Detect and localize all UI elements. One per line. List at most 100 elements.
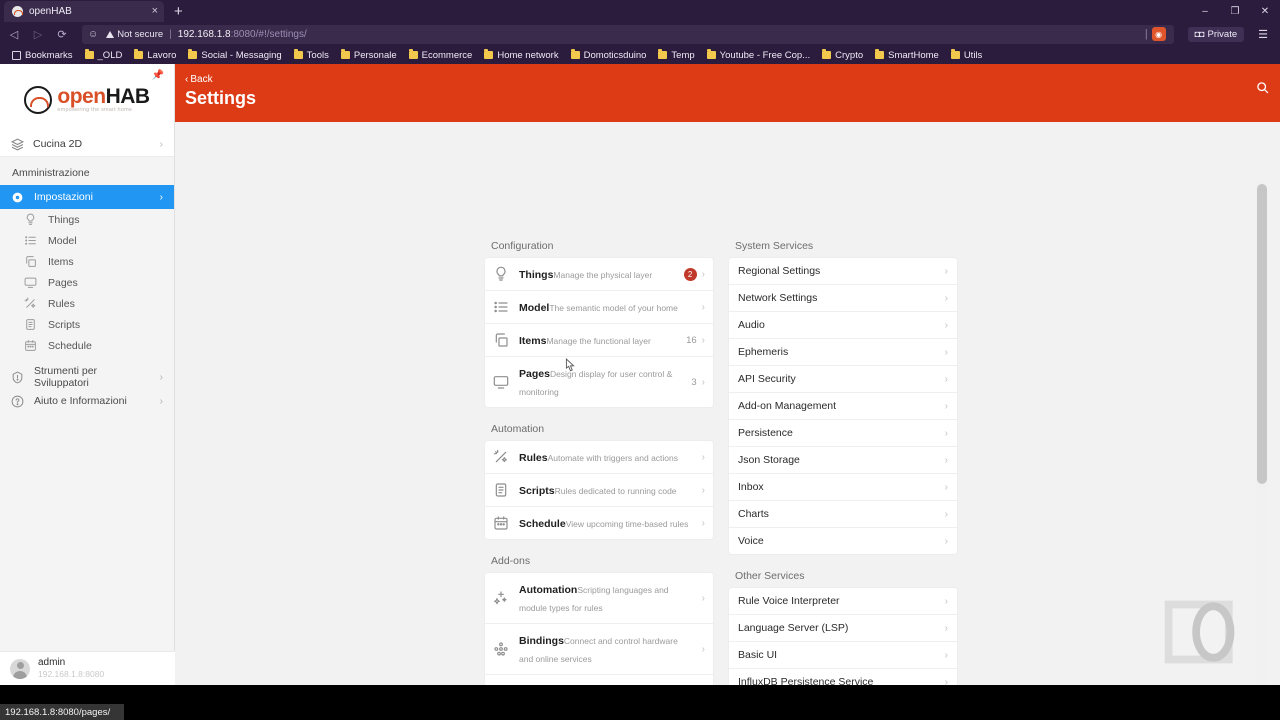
row-title: Scripts [519, 485, 555, 497]
vertical-scrollbar-thumb[interactable] [1257, 184, 1267, 484]
bookmark-item[interactable]: _OLD [79, 47, 129, 63]
settings-row[interactable]: AutomationScripting languages and module… [485, 573, 713, 624]
service-label: Language Server (LSP) [738, 622, 849, 634]
security-indicator[interactable]: Not secure [106, 29, 163, 40]
bookmark-label: Youtube - Free Cop... [719, 49, 811, 61]
settings-row[interactable]: ModelThe semantic model of your home › [485, 291, 713, 324]
bookmark-label: Ecommerce [421, 49, 473, 61]
search-button[interactable] [1252, 77, 1272, 97]
sidebar-item-label: Items [48, 255, 74, 268]
script-icon [24, 318, 37, 331]
sidebar-user[interactable]: admin 192.168.1.8:8080 [0, 651, 175, 685]
sidebar-sub-items: Things Model Items Pages Rules Scripts Schedul… [0, 209, 174, 356]
service-label: Network Settings [738, 292, 818, 304]
service-row[interactable]: Add-on Management › [729, 393, 957, 420]
service-row[interactable]: Json Storage › [729, 447, 957, 474]
bookmark-item[interactable]: Temp [652, 47, 700, 63]
pin-icon[interactable]: 📌 [152, 70, 164, 81]
bookmark-item[interactable]: Domoticsduino [565, 47, 653, 63]
sidebar-item-label: Pages [48, 276, 78, 289]
sidebar-item-scripts[interactable]: Scripts [0, 314, 174, 335]
bookmark-item[interactable]: Lavoro [128, 47, 182, 63]
settings-row[interactable]: ThingsManage the physical layer 2 › [485, 258, 713, 291]
sidebar-item-aiuto-informazioni[interactable]: Aiuto e Informazioni › [0, 389, 174, 413]
maximize-icon[interactable]: ❐ [1220, 0, 1250, 22]
sidebar-item-cucina-2d[interactable]: Cucina 2D › [0, 132, 174, 157]
folder-icon [658, 49, 668, 59]
new-tab-button[interactable]: + [174, 3, 183, 20]
settings-row[interactable]: ScriptsRules dedicated to running code › [485, 474, 713, 507]
close-icon[interactable]: × [152, 6, 158, 17]
bookmark-item[interactable]: Bookmarks [6, 47, 79, 63]
back-button[interactable]: ‹ Back [185, 74, 213, 85]
service-row[interactable]: Voice › [729, 528, 957, 554]
settings-row[interactable]: PagesDesign display for user control & m… [485, 357, 713, 407]
sidebar-item-pages[interactable]: Pages [0, 272, 174, 293]
status-badge: 2 [683, 267, 697, 281]
sidebar-item-items[interactable]: Items [0, 251, 174, 272]
chevron-right-icon: › [944, 346, 948, 358]
service-row[interactable]: Ephemeris › [729, 339, 957, 366]
back-icon[interactable]: ◁ [6, 26, 22, 42]
service-row[interactable]: InfluxDB Persistence Service › [729, 669, 957, 685]
folder-icon [950, 49, 960, 59]
sidebar-item-model[interactable]: Model [0, 230, 174, 251]
bookmark-item[interactable]: Social - Messaging [182, 47, 287, 63]
bookmark-icon[interactable]: ☺ [88, 29, 98, 40]
service-label: Persistence [738, 427, 793, 439]
folder-icon [293, 49, 303, 59]
reload-icon[interactable]: ⟳ [54, 26, 70, 42]
bookmark-item[interactable]: Crypto [816, 47, 869, 63]
item-count: 3 [691, 376, 697, 388]
url-host: 192.168.1.8 [177, 28, 231, 40]
bookmark-label: Temp [671, 49, 695, 61]
settings-content: Configuration ThingsManage the physical l… [175, 122, 1268, 685]
row-title: Pages [519, 368, 550, 380]
settings-row[interactable]: ScheduleView upcoming time-based rules › [485, 507, 713, 539]
sidebar-item-strumenti-sviluppatori[interactable]: Strumenti per Sviluppatori › [0, 365, 174, 389]
brave-shield-icon[interactable]: ◉ [1151, 27, 1166, 41]
bookmark-item[interactable]: Youtube - Free Cop... [701, 47, 816, 63]
settings-row[interactable]: MiscIntegrations to external systems and… [485, 675, 713, 685]
close-window-icon[interactable]: ✕ [1250, 0, 1280, 22]
row-title: Schedule [519, 518, 566, 530]
bookmark-item[interactable]: Utils [945, 47, 988, 63]
service-row[interactable]: Network Settings › [729, 285, 957, 312]
settings-row[interactable]: ItemsManage the functional layer 16 › [485, 324, 713, 357]
service-row[interactable]: Audio › [729, 312, 957, 339]
service-label: Charts [738, 508, 769, 520]
settings-row[interactable]: BindingsConnect and control hardware and… [485, 624, 713, 675]
sidebar-item-impostazioni[interactable]: Impostazioni › [0, 185, 174, 209]
service-row[interactable]: Regional Settings › [729, 258, 957, 285]
bookmark-item[interactable]: SmartHome [869, 47, 945, 63]
sidebar-item-things[interactable]: Things [0, 209, 174, 230]
settings-row[interactable]: RulesAutomate with triggers and actions › [485, 441, 713, 474]
row-title: Rules [519, 452, 548, 464]
address-bar[interactable]: ☺ Not secure | 192.168.1.8:8080/#!/setti… [82, 24, 1174, 44]
logo-wordmark: openHAB [57, 85, 150, 109]
browser-menu-icon[interactable]: ☰ [1252, 28, 1274, 41]
sidebar-item-rules[interactable]: Rules [0, 293, 174, 314]
script-icon [493, 482, 509, 498]
minimize-icon[interactable]: – [1190, 0, 1220, 22]
wand-icon [24, 297, 37, 310]
service-row[interactable]: Language Server (LSP) › [729, 615, 957, 642]
bookmarks-bar: Bookmarks _OLD Lavoro Social - Messaging Too… [0, 46, 1280, 64]
omnibox-divider: | [1144, 28, 1148, 40]
service-row[interactable]: Rule Voice Interpreter › [729, 588, 957, 615]
service-row[interactable]: API Security › [729, 366, 957, 393]
service-row[interactable]: Inbox › [729, 474, 957, 501]
sidebar-item-label: Strumenti per Sviluppatori [34, 365, 98, 389]
browser-tab[interactable]: openHAB × [4, 1, 164, 22]
sidebar-item-schedule[interactable]: Schedule [0, 335, 174, 356]
service-row[interactable]: Charts › [729, 501, 957, 528]
service-row[interactable]: Persistence › [729, 420, 957, 447]
service-row[interactable]: Basic UI › [729, 642, 957, 669]
chevron-right-icon: › [944, 535, 948, 547]
settings-card: AutomationScripting languages and module… [485, 573, 713, 685]
bookmark-item[interactable]: Personale [335, 47, 403, 63]
chevron-right-icon: › [944, 454, 948, 466]
bookmark-item[interactable]: Tools [288, 47, 335, 63]
bookmark-item[interactable]: Home network [478, 47, 564, 63]
bookmark-item[interactable]: Ecommerce [403, 47, 479, 63]
